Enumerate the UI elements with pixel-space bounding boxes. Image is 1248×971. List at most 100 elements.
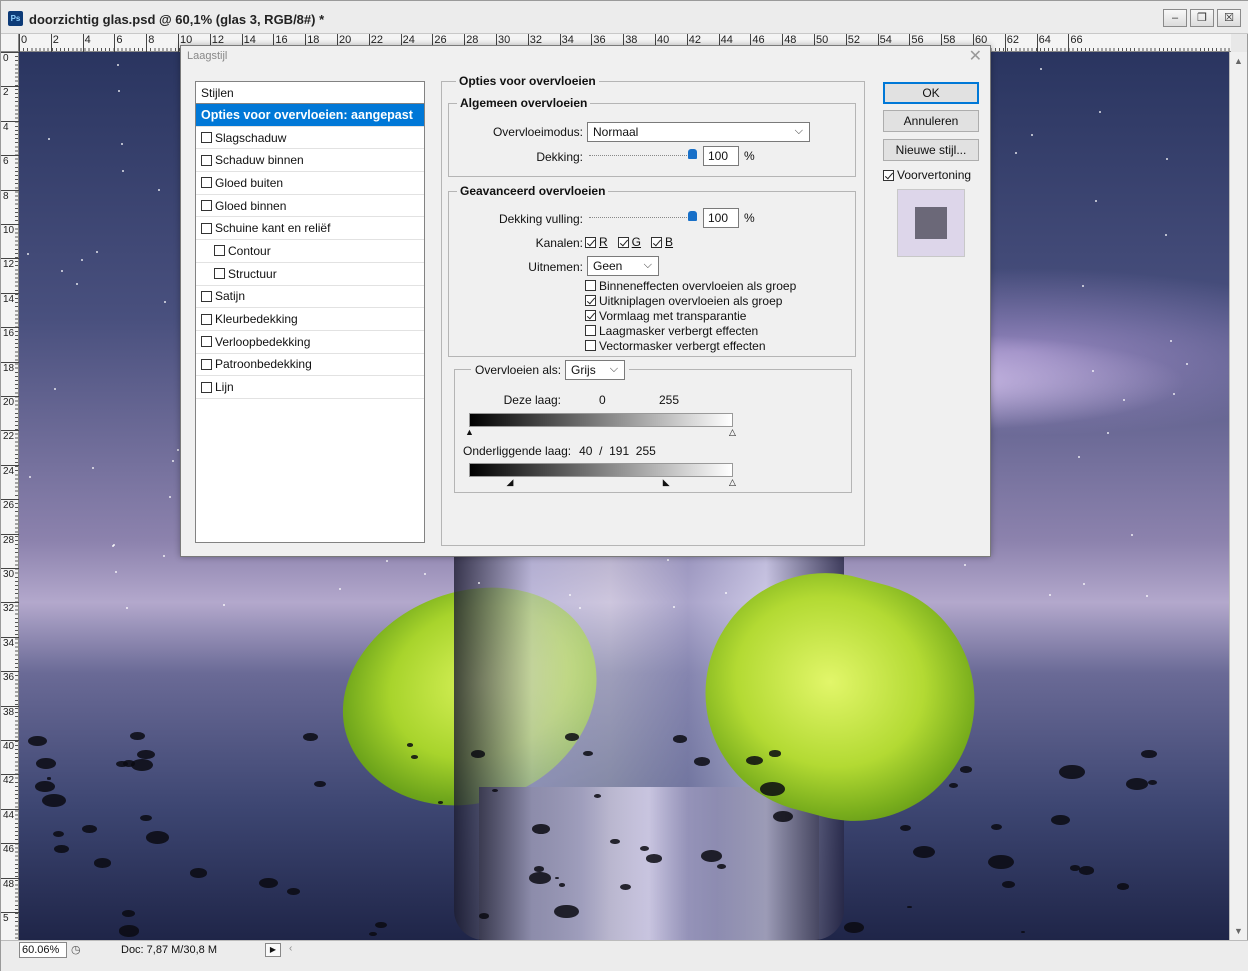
- scroll-up-icon[interactable]: ▲: [1234, 56, 1243, 66]
- blend-mode-select[interactable]: Normaal ⌵: [587, 122, 810, 142]
- dialog-close-icon[interactable]: ✕: [969, 46, 982, 66]
- water-splash: [1051, 814, 1071, 826]
- star-sparkle: [477, 581, 480, 584]
- style-checkbox[interactable]: [201, 177, 212, 189]
- style-checkbox[interactable]: [201, 290, 212, 302]
- style-item[interactable]: Patroonbedekking: [196, 354, 424, 377]
- opacity-input[interactable]: 100: [703, 146, 739, 166]
- zoom-field[interactable]: 60.06%: [19, 942, 67, 958]
- underlying-black-slider[interactable]: ◢: [506, 478, 513, 487]
- advanced-option[interactable]: Uitkniplagen overvloeien als groep: [585, 293, 796, 308]
- blend-if-select[interactable]: Grijs ⌵: [565, 360, 626, 380]
- advanced-option[interactable]: Vectormasker verbergt effecten: [585, 338, 796, 353]
- fill-opacity-input[interactable]: 100: [703, 208, 739, 228]
- style-item[interactable]: Contour: [196, 240, 424, 263]
- advanced-option[interactable]: Vormlaag met transparantie: [585, 308, 796, 323]
- style-item[interactable]: Gloed buiten: [196, 172, 424, 195]
- channel-toggle[interactable]: G: [617, 235, 641, 249]
- style-checkbox[interactable]: [201, 381, 212, 393]
- new-style-button[interactable]: Nieuwe stijl...: [883, 139, 979, 161]
- preview-toggle[interactable]: Voorvertoning: [883, 168, 971, 182]
- advanced-options-list: Binneneffecten overvloeien als groep Uitk…: [585, 278, 796, 353]
- cancel-button[interactable]: Annuleren: [883, 110, 979, 132]
- ruler-tick: 2: [50, 34, 59, 52]
- star-sparkle: [1186, 362, 1189, 365]
- style-item[interactable]: Opties voor overvloeien: aangepast: [196, 104, 424, 127]
- style-checkbox[interactable]: [201, 132, 212, 144]
- water-splash: [53, 831, 65, 838]
- ruler-origin[interactable]: [1, 34, 19, 52]
- style-checkbox[interactable]: [201, 313, 212, 325]
- style-checkbox[interactable]: [201, 336, 212, 348]
- star-sparkle: [27, 253, 30, 256]
- zoom-cycle-icon[interactable]: ◷: [71, 943, 81, 956]
- star-sparkle: [177, 449, 180, 451]
- opacity-slider[interactable]: [589, 149, 697, 159]
- advanced-option-checkbox[interactable]: [585, 295, 596, 306]
- style-item[interactable]: Satijn: [196, 286, 424, 309]
- window-controls: – ❐ ☒: [1163, 9, 1241, 27]
- channel-checkbox[interactable]: [585, 236, 596, 248]
- fill-opacity-slider[interactable]: [589, 211, 697, 221]
- water-splash: [129, 732, 145, 741]
- this-layer-black-slider[interactable]: ▲: [465, 428, 474, 437]
- star-sparkle: [1049, 594, 1052, 597]
- style-item[interactable]: Verloopbedekking: [196, 331, 424, 354]
- water-splash: [991, 824, 1002, 830]
- restore-button[interactable]: ❐: [1190, 9, 1214, 27]
- style-item[interactable]: Schaduw binnen: [196, 149, 424, 173]
- channel-toggle[interactable]: B: [651, 235, 673, 249]
- star-sparkle: [118, 90, 121, 93]
- general-blending-group: Algemeen overvloeien Overvloeimodus: Nor…: [448, 96, 856, 177]
- star-sparkle: [1172, 393, 1175, 396]
- water-splash: [746, 755, 763, 765]
- advanced-option[interactable]: Laagmasker verbergt effecten: [585, 323, 796, 338]
- style-item[interactable]: Gloed binnen: [196, 195, 424, 218]
- water-splash: [948, 783, 959, 789]
- style-checkbox[interactable]: [214, 268, 225, 280]
- underlying-split-slider[interactable]: ◣: [663, 478, 670, 487]
- style-checkbox[interactable]: [201, 222, 212, 234]
- style-checkbox[interactable]: [201, 200, 212, 212]
- status-menu-button[interactable]: ▶: [265, 943, 281, 957]
- style-item[interactable]: Schuine kant en reliëf: [196, 217, 424, 241]
- styles-header[interactable]: Stijlen: [196, 82, 424, 104]
- style-checkbox[interactable]: [201, 358, 212, 370]
- vertical-scrollbar[interactable]: ▲ ▼: [1229, 52, 1247, 940]
- style-item[interactable]: Lijn: [196, 376, 424, 399]
- vertical-ruler[interactable]: 0 2 4 6 8 10 12 14 16 18 20 22 24 26 28 30 32 34 36 38 40 42 4…: [1, 52, 19, 940]
- water-splash: [558, 883, 565, 887]
- water-splash: [1126, 777, 1148, 790]
- channel-checkbox[interactable]: [651, 236, 663, 248]
- style-item[interactable]: Structuur: [196, 263, 424, 286]
- style-item[interactable]: Kleurbedekking: [196, 308, 424, 331]
- minimize-button[interactable]: –: [1163, 9, 1187, 27]
- style-checkbox[interactable]: [201, 154, 212, 166]
- fill-opacity-slider-thumb[interactable]: [688, 211, 697, 221]
- style-checkbox[interactable]: [214, 245, 225, 257]
- water-splash: [583, 750, 593, 756]
- ok-button[interactable]: OK: [883, 82, 979, 104]
- channel-toggle[interactable]: R: [585, 235, 608, 249]
- style-item[interactable]: Slagschaduw: [196, 127, 424, 150]
- document-title: doorzichtig glas.psd @ 60,1% (glas 3, RG…: [29, 12, 325, 27]
- close-button[interactable]: ☒: [1217, 9, 1241, 27]
- advanced-option-checkbox[interactable]: [585, 310, 596, 321]
- advanced-option-checkbox[interactable]: [585, 340, 596, 351]
- underlying-white-slider[interactable]: △: [729, 478, 736, 487]
- scroll-down-icon[interactable]: ▼: [1234, 926, 1243, 936]
- this-layer-gradient: [469, 413, 733, 427]
- advanced-option-checkbox[interactable]: [585, 325, 596, 336]
- opacity-slider-thumb[interactable]: [688, 149, 697, 159]
- advanced-option[interactable]: Binneneffecten overvloeien als groep: [585, 278, 796, 293]
- scroll-left-icon[interactable]: ‹: [289, 943, 292, 954]
- star-sparkle: [339, 587, 342, 590]
- water-splash: [492, 788, 498, 792]
- document-titlebar[interactable]: Ps doorzichtig glas.psd @ 60,1% (glas 3,…: [1, 1, 1248, 34]
- knockout-select[interactable]: Geen ⌵: [587, 256, 659, 276]
- preview-checkbox[interactable]: [883, 169, 894, 181]
- channel-checkbox[interactable]: [617, 236, 629, 248]
- preview-swatch: [915, 207, 947, 239]
- this-layer-white-slider[interactable]: △: [729, 428, 736, 437]
- advanced-option-checkbox[interactable]: [585, 280, 596, 291]
